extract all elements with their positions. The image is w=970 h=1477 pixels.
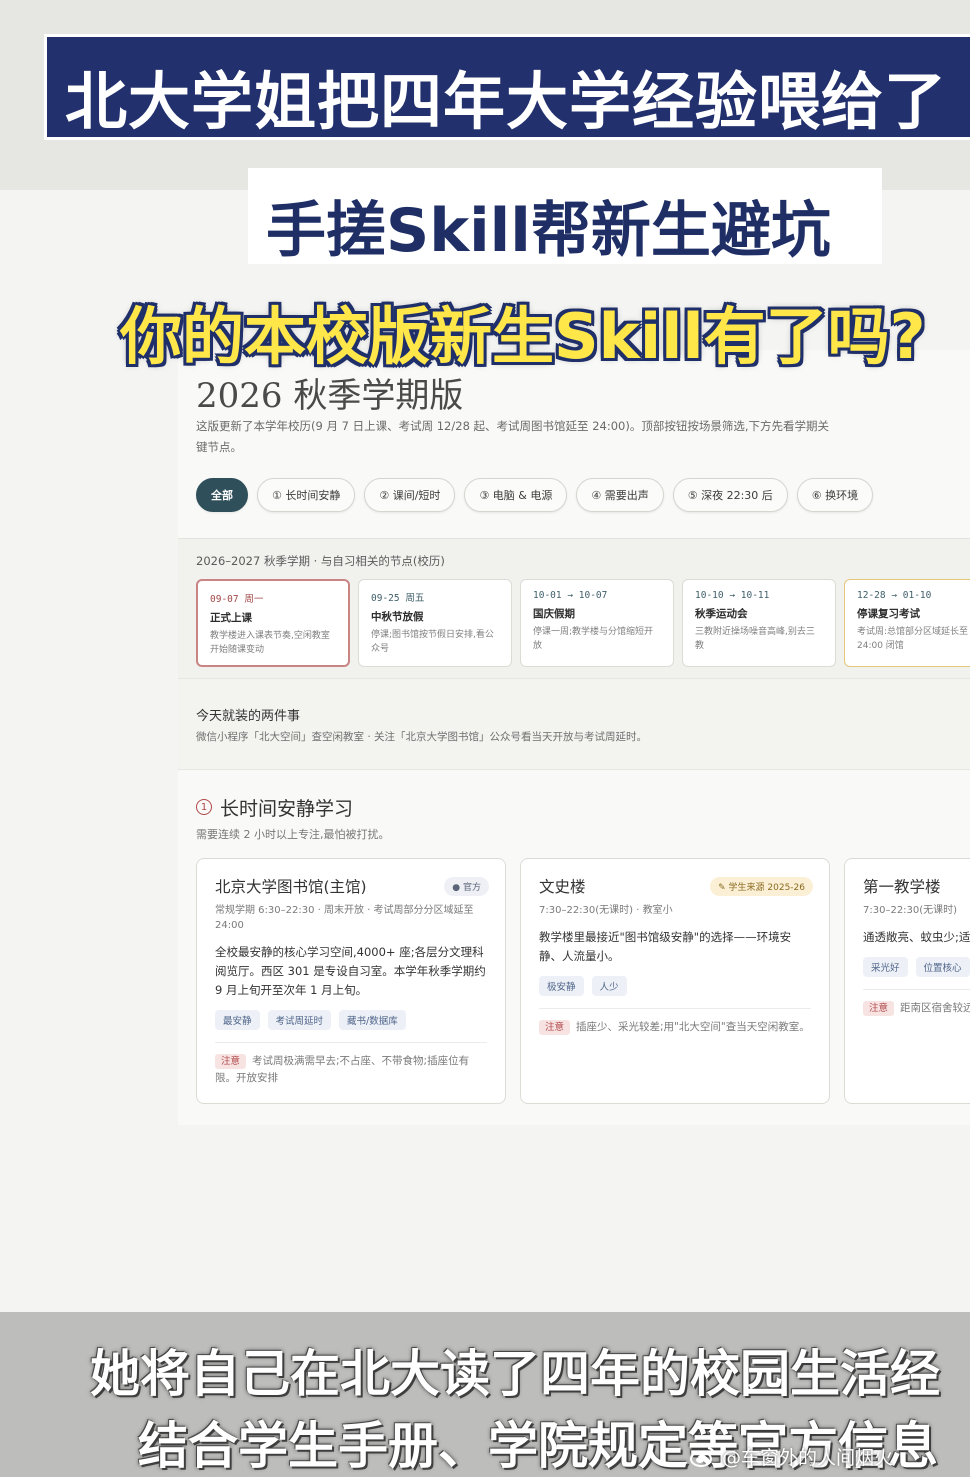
- term-node-desc: 停课;图书馆按节假日安排,看公众号: [371, 630, 494, 654]
- term-node-date: 09-07 周一: [210, 594, 264, 605]
- place-name: 第一教学楼: [863, 878, 941, 896]
- term-node-name: 正式上课: [210, 612, 252, 624]
- term-node[interactable]: 09-25 周五 中秋节放假 停课;图书馆按节假日安排,看公众号: [358, 579, 512, 667]
- section-subtitle: 需要连续 2 小时以上专注,最怕被打扰。: [196, 828, 390, 841]
- term-node[interactable]: 09-07 周一 正式上课 教学楼进入课表节奏,空闲教室开始随课变动: [196, 579, 350, 667]
- place-note: 注意 插座少、采光较差;用"北大空间"查当天空闲教室。: [539, 1008, 811, 1036]
- term-node-desc: 教学楼进入课表节奏,空闲教室开始随课变动: [210, 631, 330, 655]
- note-label: 注意: [863, 1001, 895, 1016]
- tag: 位置核心: [915, 957, 970, 977]
- note-text: 考试周极满需早去;不占座、不带食物;插座位有限。开放安排: [215, 1055, 470, 1084]
- place-hours: 7:30–22:30(无课时): [863, 905, 958, 916]
- filter-bar: 全部 ① 长时间安静 ② 课间/短时 ③ 电脑 & 电源 ④ 需要出声 ⑤ 深夜…: [196, 478, 874, 512]
- place-description: 通透敞亮、蚊虫少;适: [863, 930, 970, 944]
- place-hours: 常规学期 6:30–22:30 · 周末开放 · 考试周部分分区域延至 24:0…: [215, 905, 474, 931]
- filter-chip-long-quiet[interactable]: ① 长时间安静: [257, 478, 356, 512]
- today-tips-panel: 今天就装的两件事 微信小程序「北大空间」查空闲教室 · 关注「北京大学图书馆」公…: [178, 678, 970, 770]
- term-node[interactable]: 10-10 → 10-11 秋季运动会 三教附近操场噪音高峰,别去三教: [682, 579, 836, 667]
- tag: 藏书/数据库: [339, 1010, 406, 1030]
- note-label: 注意: [215, 1054, 247, 1069]
- tag-list: 极安静 人少: [539, 976, 811, 996]
- place-card[interactable]: 第一教学楼 7:30–22:30(无课时) 通透敞亮、蚊虫少;适 采光好 位置核…: [844, 858, 970, 1104]
- term-node-name: 国庆假期: [533, 608, 575, 620]
- tag: 最安静: [215, 1010, 260, 1030]
- tag: 采光好: [863, 957, 908, 977]
- filter-chip-power[interactable]: ③ 电脑 & 电源: [464, 478, 568, 512]
- webpage-screen: 2026 秋季学期版 这版更新了本学年校历(9 月 7 日上课、考试周 12/2…: [178, 350, 970, 1125]
- tag: 极安静: [539, 976, 584, 996]
- today-description: 微信小程序「北大空间」查空闲教室 · 关注「北京大学图书馆」公众号看当天开放与考…: [196, 731, 648, 743]
- term-node-list: 09-07 周一 正式上课 教学楼进入课表节奏,空闲教室开始随课变动 09-25…: [196, 579, 970, 667]
- place-card[interactable]: 北京大学图书馆(主馆) ● 官方 常规学期 6:30–22:30 · 周末开放 …: [196, 858, 506, 1104]
- source-badge: ● 官方: [444, 877, 489, 896]
- watermark: @车窗外的人间烟火: [690, 1441, 893, 1471]
- subheadline-banner: 手搓Skill帮新生避坑: [248, 168, 882, 266]
- tag: 人少: [591, 976, 627, 996]
- filter-chip-speaking[interactable]: ④ 需要出声: [576, 478, 664, 512]
- note-text: 插座少、采光较差;用"北大空间"查当天空闲教室。: [576, 1021, 810, 1033]
- note-label: 注意: [539, 1020, 571, 1035]
- question-caption: 你的本校版新生Skill有了吗?: [120, 300, 926, 373]
- place-hours: 7:30–22:30(无课时) · 教室小: [539, 905, 673, 916]
- weibo-logo-icon: [690, 1447, 715, 1467]
- tag-list: 最安静 考试周延时 藏书/数据库: [215, 1010, 487, 1030]
- term-node-date: 12-28 → 01-10: [857, 590, 932, 601]
- term-node-name: 中秋节放假: [371, 611, 424, 623]
- term-node[interactable]: 10-01 → 10-07 国庆假期 停课一周;教学楼与分馆缩短开放: [520, 579, 674, 667]
- headline-text: 北大学姐把四年大学经验喂给了: [65, 65, 948, 138]
- term-heading: 2026–2027 秋季学期 · 与自习相关的节点(校历): [196, 554, 445, 568]
- section-number-badge: 1: [196, 799, 212, 815]
- note-text: 距南区宿舍较远,步行需时较久。: [900, 1002, 970, 1014]
- place-note: 注意距南区宿舍较远,步行需时较久。: [863, 989, 970, 1017]
- section-title: 长时间安静学习: [220, 798, 354, 820]
- place-description: 教学楼里最接近"图书馆级安静"的选择——环境安静、人流量小。: [539, 930, 792, 963]
- term-node-desc: 停课一周;教学楼与分馆缩短开放: [533, 627, 654, 651]
- place-note: 注意 考试周极满需早去;不占座、不带食物;插座位有限。开放安排: [215, 1042, 487, 1086]
- place-description: 全校最安静的核心学习空间,4000+ 座;各层分文理科阅览厅。西区 301 是专…: [215, 945, 486, 997]
- term-node-name: 停课复习考试: [857, 608, 920, 620]
- source-badge: ✎ 学生来源 2025-26: [710, 877, 813, 896]
- page-description: 这版更新了本学年校历(9 月 7 日上课、考试周 12/28 起、考试周图书馆延…: [196, 419, 829, 454]
- subheadline-text: 手搓Skill帮新生避坑: [266, 196, 831, 266]
- term-node-date: 10-10 → 10-11: [695, 590, 770, 601]
- tag: 考试周延时: [267, 1010, 332, 1030]
- filter-chip-short-break[interactable]: ② 课间/短时: [364, 478, 456, 512]
- today-title: 今天就装的两件事: [196, 709, 301, 724]
- term-node[interactable]: 12-28 → 01-10 停课复习考试 考试周:总馆部分区域延长至 24:00…: [844, 579, 970, 667]
- place-card-list: 北京大学图书馆(主馆) ● 官方 常规学期 6:30–22:30 · 周末开放 …: [196, 858, 970, 1104]
- filter-chip-change-env[interactable]: ⑥ 换环境: [796, 478, 874, 512]
- term-node-desc: 考试周:总馆部分区域延长至 24:00 闭馆: [857, 627, 969, 651]
- term-node-date: 09-25 周五: [371, 593, 425, 604]
- filter-chip-all[interactable]: 全部: [196, 478, 248, 512]
- headline-banner: 北大学姐把四年大学经验喂给了: [44, 34, 970, 140]
- term-node-date: 10-01 → 10-07: [533, 590, 608, 601]
- watermark-text: @车窗外的人间烟火: [722, 1446, 894, 1469]
- term-calendar-panel: 2026–2027 秋季学期 · 与自习相关的节点(校历) 09-07 周一 正…: [178, 538, 970, 678]
- term-node-desc: 三教附近操场噪音高峰,别去三教: [695, 627, 815, 651]
- subtitle-line-1: 她将自己在北大读了四年的校园生活经: [90, 1345, 940, 1403]
- term-node-name: 秋季运动会: [695, 608, 748, 620]
- filter-chip-late-night[interactable]: ⑤ 深夜 22:30 后: [672, 478, 788, 512]
- tag-list: 采光好 位置核心: [863, 957, 970, 977]
- place-card[interactable]: 文史楼 ✎ 学生来源 2025-26 7:30–22:30(无课时) · 教室小…: [520, 858, 830, 1104]
